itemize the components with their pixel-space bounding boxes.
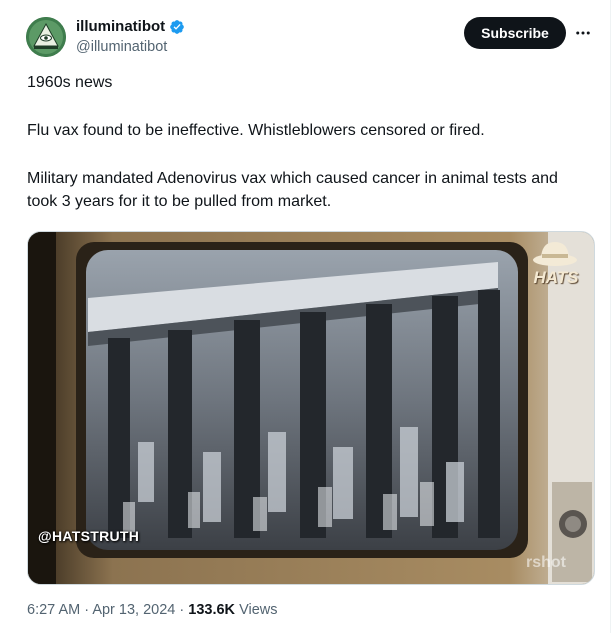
views-count[interactable]: 133.6K xyxy=(188,602,235,618)
tweet-card: illuminatibot @illuminatibot Subscribe 1… xyxy=(0,0,613,633)
tweet-date[interactable]: Apr 13, 2024 xyxy=(92,602,175,618)
more-options-button[interactable] xyxy=(570,17,596,49)
corner-watermark: rshot xyxy=(526,554,566,571)
tweet-text-line-2: Flu vax found to be ineffective. Whistle… xyxy=(27,122,485,139)
author-name-row[interactable]: illuminatibot xyxy=(76,18,185,36)
tweet-meta: 6:27 AM · Apr 13, 2024 · 133.6K Views xyxy=(27,600,277,620)
tweet-text-line-1: 1960s news xyxy=(27,74,113,91)
tweet-text-line-3: Military mandated Adenovirus vax which c… xyxy=(27,170,558,210)
more-horizontal-icon xyxy=(576,31,590,35)
author-name[interactable]: illuminatibot xyxy=(76,18,165,36)
video-media[interactable]: HATS @HATSTRUTH rshot xyxy=(27,231,595,585)
meta-separator: · xyxy=(179,602,185,618)
hats-brand-text: HATS xyxy=(533,268,579,287)
video-overlay-tag: @HATSTRUTH xyxy=(38,528,140,544)
subscribe-button[interactable]: Subscribe xyxy=(464,17,566,49)
avatar[interactable] xyxy=(26,17,66,57)
tweet-time[interactable]: 6:27 AM xyxy=(27,602,80,618)
divider xyxy=(610,0,611,633)
author-handle[interactable]: @illuminatibot xyxy=(76,38,167,56)
views-label: Views xyxy=(239,602,278,618)
eye-pyramid-icon xyxy=(26,17,66,57)
verified-badge-icon xyxy=(170,20,185,34)
meta-separator: · xyxy=(84,602,90,618)
